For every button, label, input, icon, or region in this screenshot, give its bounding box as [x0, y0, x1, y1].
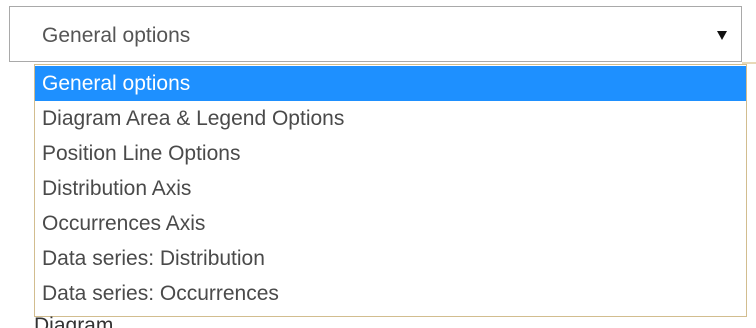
dropdown-option-general-options[interactable]: General options	[35, 66, 746, 101]
dropdown-option-position-line[interactable]: Position Line Options	[35, 136, 746, 171]
dropdown-list: General options Diagram Area & Legend Op…	[34, 64, 747, 317]
section-heading-diagram: Diagram	[34, 314, 114, 328]
dropdown-option-occurrences-axis[interactable]: Occurrences Axis	[35, 206, 746, 241]
dropdown-option-data-series-distribution[interactable]: Data series: Distribution	[35, 241, 746, 276]
page: General options General options Diagram …	[0, 0, 756, 328]
dropdown-option-data-series-occurrences[interactable]: Data series: Occurrences	[35, 276, 746, 311]
section-select[interactable]: General options	[9, 6, 742, 62]
caret-down-icon[interactable]	[717, 31, 727, 40]
select-current-value: General options	[42, 24, 191, 47]
dropdown-option-distribution-axis[interactable]: Distribution Axis	[35, 171, 746, 206]
dropdown-option-diagram-area-legend[interactable]: Diagram Area & Legend Options	[35, 101, 746, 136]
